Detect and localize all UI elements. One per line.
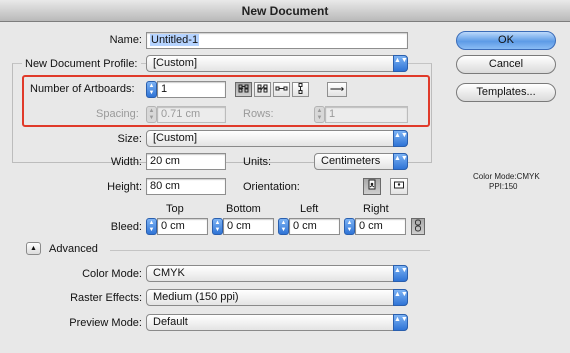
grid-by-row-icon[interactable] [235, 82, 252, 97]
chevron-updown-icon: ▲▼ [393, 289, 408, 306]
bleed-top-label: Top [166, 203, 184, 215]
preview-mode-value: Default [153, 316, 188, 328]
color-mode-info: Color Mode:CMYK [473, 172, 540, 181]
chevron-updown-icon: ▲▼ [393, 265, 408, 282]
bleed-label: Bleed: [110, 221, 142, 233]
spacing-label: Spacing: [96, 108, 139, 120]
arrange-by-column-icon[interactable] [292, 82, 309, 97]
raster-effects-select[interactable]: Medium (150 ppi) ▲▼ [146, 289, 408, 306]
link-icon[interactable] [411, 218, 425, 235]
spacing-input[interactable]: 0.71 cm [157, 106, 226, 123]
ppi-info: PPI:150 [489, 182, 518, 191]
artboards-count-label: Number of Artboards: [30, 83, 135, 95]
cancel-button[interactable]: Cancel [456, 55, 556, 74]
bleed-top-stepper[interactable]: ▲ ▼ [146, 218, 157, 235]
artboards-count-input[interactable]: 1 [157, 81, 226, 98]
arrange-by-row-icon[interactable] [273, 82, 290, 97]
orientation-label: Orientation: [243, 181, 300, 193]
bleed-left-input[interactable]: 0 cm [289, 218, 340, 235]
ok-button[interactable]: OK [456, 31, 556, 50]
bleed-left-stepper[interactable]: ▲ ▼ [278, 218, 289, 235]
raster-effects-value: Medium (150 ppi) [153, 291, 239, 303]
color-mode-select[interactable]: CMYK ▲▼ [146, 265, 408, 282]
size-select[interactable]: [Custom] ▲▼ [146, 130, 408, 147]
bleed-top-input[interactable]: 0 cm [157, 218, 208, 235]
units-label: Units: [243, 156, 272, 168]
advanced-label: Advanced [49, 243, 98, 255]
bleed-bottom-label: Bottom [226, 203, 261, 215]
width-label: Width: [110, 156, 142, 168]
rows-stepper[interactable]: ▲ ▼ [314, 106, 325, 123]
advanced-divider [110, 250, 430, 251]
name-input[interactable]: Untitled-1 [146, 32, 408, 49]
landscape-icon[interactable] [390, 178, 408, 195]
bleed-bottom-input[interactable]: 0 cm [223, 218, 274, 235]
portrait-icon[interactable] [363, 178, 381, 195]
width-input[interactable]: 20 cm [146, 153, 226, 170]
height-label: Height: [107, 181, 142, 193]
name-label: Name: [109, 34, 142, 46]
units-select[interactable]: Centimeters ▲▼ [314, 153, 408, 170]
units-value: Centimeters [321, 155, 381, 167]
raster-effects-label: Raster Effects: [70, 292, 142, 304]
chevron-updown-icon: ▲▼ [393, 55, 408, 72]
color-mode-value: CMYK [153, 267, 185, 279]
size-label: Size: [117, 133, 142, 145]
preview-mode-label: Preview Mode: [69, 317, 142, 329]
bleed-bottom-stepper[interactable]: ▲ ▼ [212, 218, 223, 235]
name-value: Untitled-1 [150, 34, 200, 46]
bleed-right-stepper[interactable]: ▲ ▼ [344, 218, 355, 235]
profile-label: New Document Profile: [22, 58, 141, 70]
profile-select[interactable]: [Custom] ▲▼ [146, 55, 408, 72]
rows-label: Rows: [243, 108, 274, 120]
grid-by-column-icon[interactable] [254, 82, 271, 97]
chevron-updown-icon: ▲▼ [393, 153, 408, 170]
bleed-left-label: Left [300, 203, 319, 215]
new-document-dialog: Name: Untitled-1 New Document Profile: [… [0, 22, 570, 353]
profile-value: [Custom] [153, 57, 198, 69]
bleed-right-label: Right [363, 203, 389, 215]
rows-input[interactable]: 1 [325, 106, 408, 123]
bleed-right-input[interactable]: 0 cm [355, 218, 406, 235]
size-value: [Custom] [153, 132, 198, 144]
chevron-updown-icon: ▲▼ [393, 314, 408, 331]
window-title: New Document [0, 0, 570, 22]
arrow-right-icon[interactable]: ⟶ [327, 82, 347, 97]
templates-button[interactable]: Templates... [456, 83, 556, 102]
spacing-stepper[interactable]: ▲ ▼ [146, 106, 157, 123]
artboards-count-stepper[interactable]: ▲ ▼ [146, 81, 157, 98]
color-mode-label: Color Mode: [82, 268, 142, 280]
preview-mode-select[interactable]: Default ▲▼ [146, 314, 408, 331]
height-input[interactable]: 80 cm [146, 178, 226, 195]
advanced-disclosure-icon[interactable]: ▲ [26, 242, 41, 255]
chevron-updown-icon: ▲▼ [393, 130, 408, 147]
